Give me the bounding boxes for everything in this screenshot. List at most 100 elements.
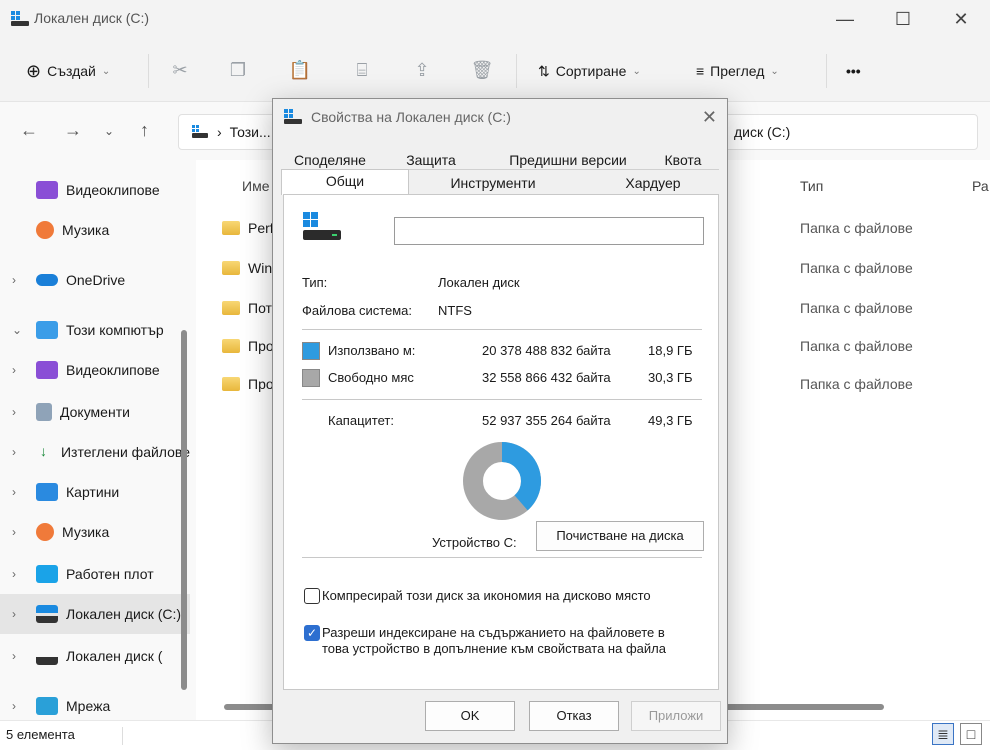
dialog-close-icon[interactable]: ✕ [702, 107, 717, 128]
maximize-button[interactable]: ☐ [880, 6, 926, 32]
share-icon[interactable]: ⇪ [410, 58, 434, 82]
cloud-icon [36, 274, 58, 286]
tab-previous-versions[interactable]: Предишни версии [493, 152, 643, 168]
chevron-right-icon[interactable]: › [12, 445, 24, 459]
chevron-right-icon[interactable]: › [12, 567, 26, 581]
desktop-icon [36, 565, 58, 583]
computer-icon [36, 321, 58, 339]
pictures-icon [36, 483, 58, 501]
chevron-right-icon[interactable]: › [12, 485, 26, 499]
list-item[interactable]: Perf [222, 220, 274, 236]
more-options-button[interactable]: ••• [846, 56, 861, 86]
tab-security[interactable]: Защита [399, 152, 463, 168]
chevron-right-icon[interactable]: › [12, 405, 26, 419]
minimize-button[interactable]: — [822, 6, 868, 32]
drive-icon [11, 11, 29, 26]
videos-icon [36, 181, 58, 199]
folder-icon [222, 221, 240, 235]
forward-arrow-icon[interactable]: → [64, 120, 82, 141]
title-bar: Локален диск (C:) — ☐ ✕ [0, 0, 990, 40]
apply-button[interactable]: Приложи [631, 701, 721, 731]
filesystem-label: Файлова система: [302, 303, 413, 318]
tiles-view-icon[interactable]: □ [960, 723, 982, 745]
ok-button[interactable]: OK [425, 701, 515, 731]
column-header-type[interactable]: Тип [800, 178, 823, 194]
chevron-right-icon[interactable]: › [12, 649, 26, 663]
close-button[interactable]: ✕ [938, 6, 984, 32]
drive-name-input[interactable] [394, 217, 704, 245]
chevron-down-icon[interactable]: ⌄ [12, 323, 26, 337]
list-item[interactable]: Про [222, 376, 274, 392]
breadcrumb-current[interactable]: диск (C:) [734, 124, 790, 140]
toolbar-divider [148, 54, 149, 88]
copy-icon[interactable]: ❐ [226, 58, 250, 82]
sidebar-item-videos[interactable]: Видеоклипове [0, 170, 190, 210]
item-type: Папка с файлове [800, 260, 913, 276]
chevron-right-icon[interactable]: › [12, 363, 26, 377]
item-type: Папка с файлове [800, 376, 913, 392]
delete-icon[interactable]: 🗑 [470, 58, 494, 82]
list-item[interactable]: Про [222, 338, 274, 354]
sidebar-item-desktop[interactable]: › Работен плот [0, 554, 190, 594]
paste-icon[interactable]: 📋 [288, 58, 312, 82]
column-header-name[interactable]: Име [242, 178, 269, 194]
free-space-swatch [302, 369, 320, 387]
tab-tools[interactable]: Инструменти [413, 175, 573, 191]
sidebar-item-videos-pc[interactable]: › Видеоклипове [0, 350, 190, 390]
folder-icon [222, 301, 240, 315]
up-arrow-icon[interactable]: ↑ [140, 120, 149, 141]
videos-icon [36, 361, 58, 379]
chevron-right-icon[interactable]: › [12, 699, 26, 713]
cut-icon[interactable]: ✂ [168, 58, 192, 82]
window-title: Локален диск (C:) [34, 10, 150, 26]
download-icon: ↓ [40, 443, 47, 459]
capacity-gb: 49,3 ГБ [648, 413, 693, 428]
sidebar-item-music-pc[interactable]: › Музика [0, 512, 190, 552]
tab-quota[interactable]: Квота [653, 152, 713, 168]
sidebar-item-local-disk-2[interactable]: › Локален диск ( [0, 636, 190, 676]
chevron-right-icon[interactable]: › [12, 607, 26, 621]
tab-hardware[interactable]: Хардуер [603, 175, 703, 191]
used-space-gb: 18,9 ГБ [648, 343, 693, 358]
sidebar-item-documents[interactable]: › Документи [0, 392, 190, 432]
compress-label: Компресирай този диск за икономия на дис… [322, 588, 651, 603]
network-icon [36, 697, 58, 715]
list-item[interactable]: Win [222, 260, 272, 276]
compress-checkbox[interactable] [304, 588, 320, 604]
column-header-size[interactable]: Ра [972, 178, 989, 194]
sidebar-item-onedrive[interactable]: › OneDrive [0, 260, 190, 300]
document-icon [36, 403, 52, 421]
back-arrow-icon[interactable]: ← [20, 120, 38, 141]
drive-icon [36, 647, 58, 665]
sort-button[interactable]: ⇅ Сортиране ⌄ [538, 56, 641, 86]
list-item[interactable]: Пот [222, 300, 272, 316]
item-type: Папка с файлове [800, 300, 913, 316]
tab-sharing[interactable]: Споделяне [289, 152, 371, 168]
cancel-button[interactable]: Отказ [529, 701, 619, 731]
free-space-label: Свободно мяс [328, 370, 414, 385]
sidebar-item-pictures[interactable]: › Картини [0, 472, 190, 512]
breadcrumb[interactable]: Този... [230, 124, 271, 140]
sidebar-item-music[interactable]: Музика [0, 210, 190, 250]
chevron-right-icon[interactable]: › [12, 525, 26, 539]
sidebar-scrollbar[interactable] [181, 330, 187, 690]
divider [302, 557, 702, 558]
indexing-checkbox[interactable]: ✓ [304, 625, 320, 641]
details-view-icon[interactable]: ≣ [932, 723, 954, 745]
disk-cleanup-button[interactable]: Почистване на диска [536, 521, 704, 551]
indexing-label-line2: това устройство в допълнение към свойств… [322, 641, 666, 656]
chevron-down-icon: ⌄ [101, 65, 111, 77]
view-button[interactable]: ≡ Преглед ⌄ [696, 56, 779, 86]
tab-general[interactable]: Общи [281, 169, 409, 195]
create-button[interactable]: ⊕ Създай ⌄ [26, 56, 110, 86]
sidebar-item-local-disk-c[interactable]: › Локален диск (C:) [0, 594, 190, 634]
type-value: Локален диск [438, 275, 520, 290]
sidebar-item-downloads[interactable]: › ↓ Изтеглени файлове [0, 432, 190, 472]
properties-dialog: Свойства на Локален диск (C:) ✕ Споделян… [272, 98, 728, 744]
free-space-gb: 30,3 ГБ [648, 370, 693, 385]
view-list-icon: ≡ [696, 63, 705, 79]
chevron-right-icon[interactable]: › [12, 273, 26, 287]
sidebar-item-this-pc[interactable]: ⌄ Този компютър [0, 310, 190, 350]
recent-chevron-icon[interactable]: ⌄ [104, 124, 114, 138]
rename-icon[interactable]: ⌸ [350, 58, 374, 82]
